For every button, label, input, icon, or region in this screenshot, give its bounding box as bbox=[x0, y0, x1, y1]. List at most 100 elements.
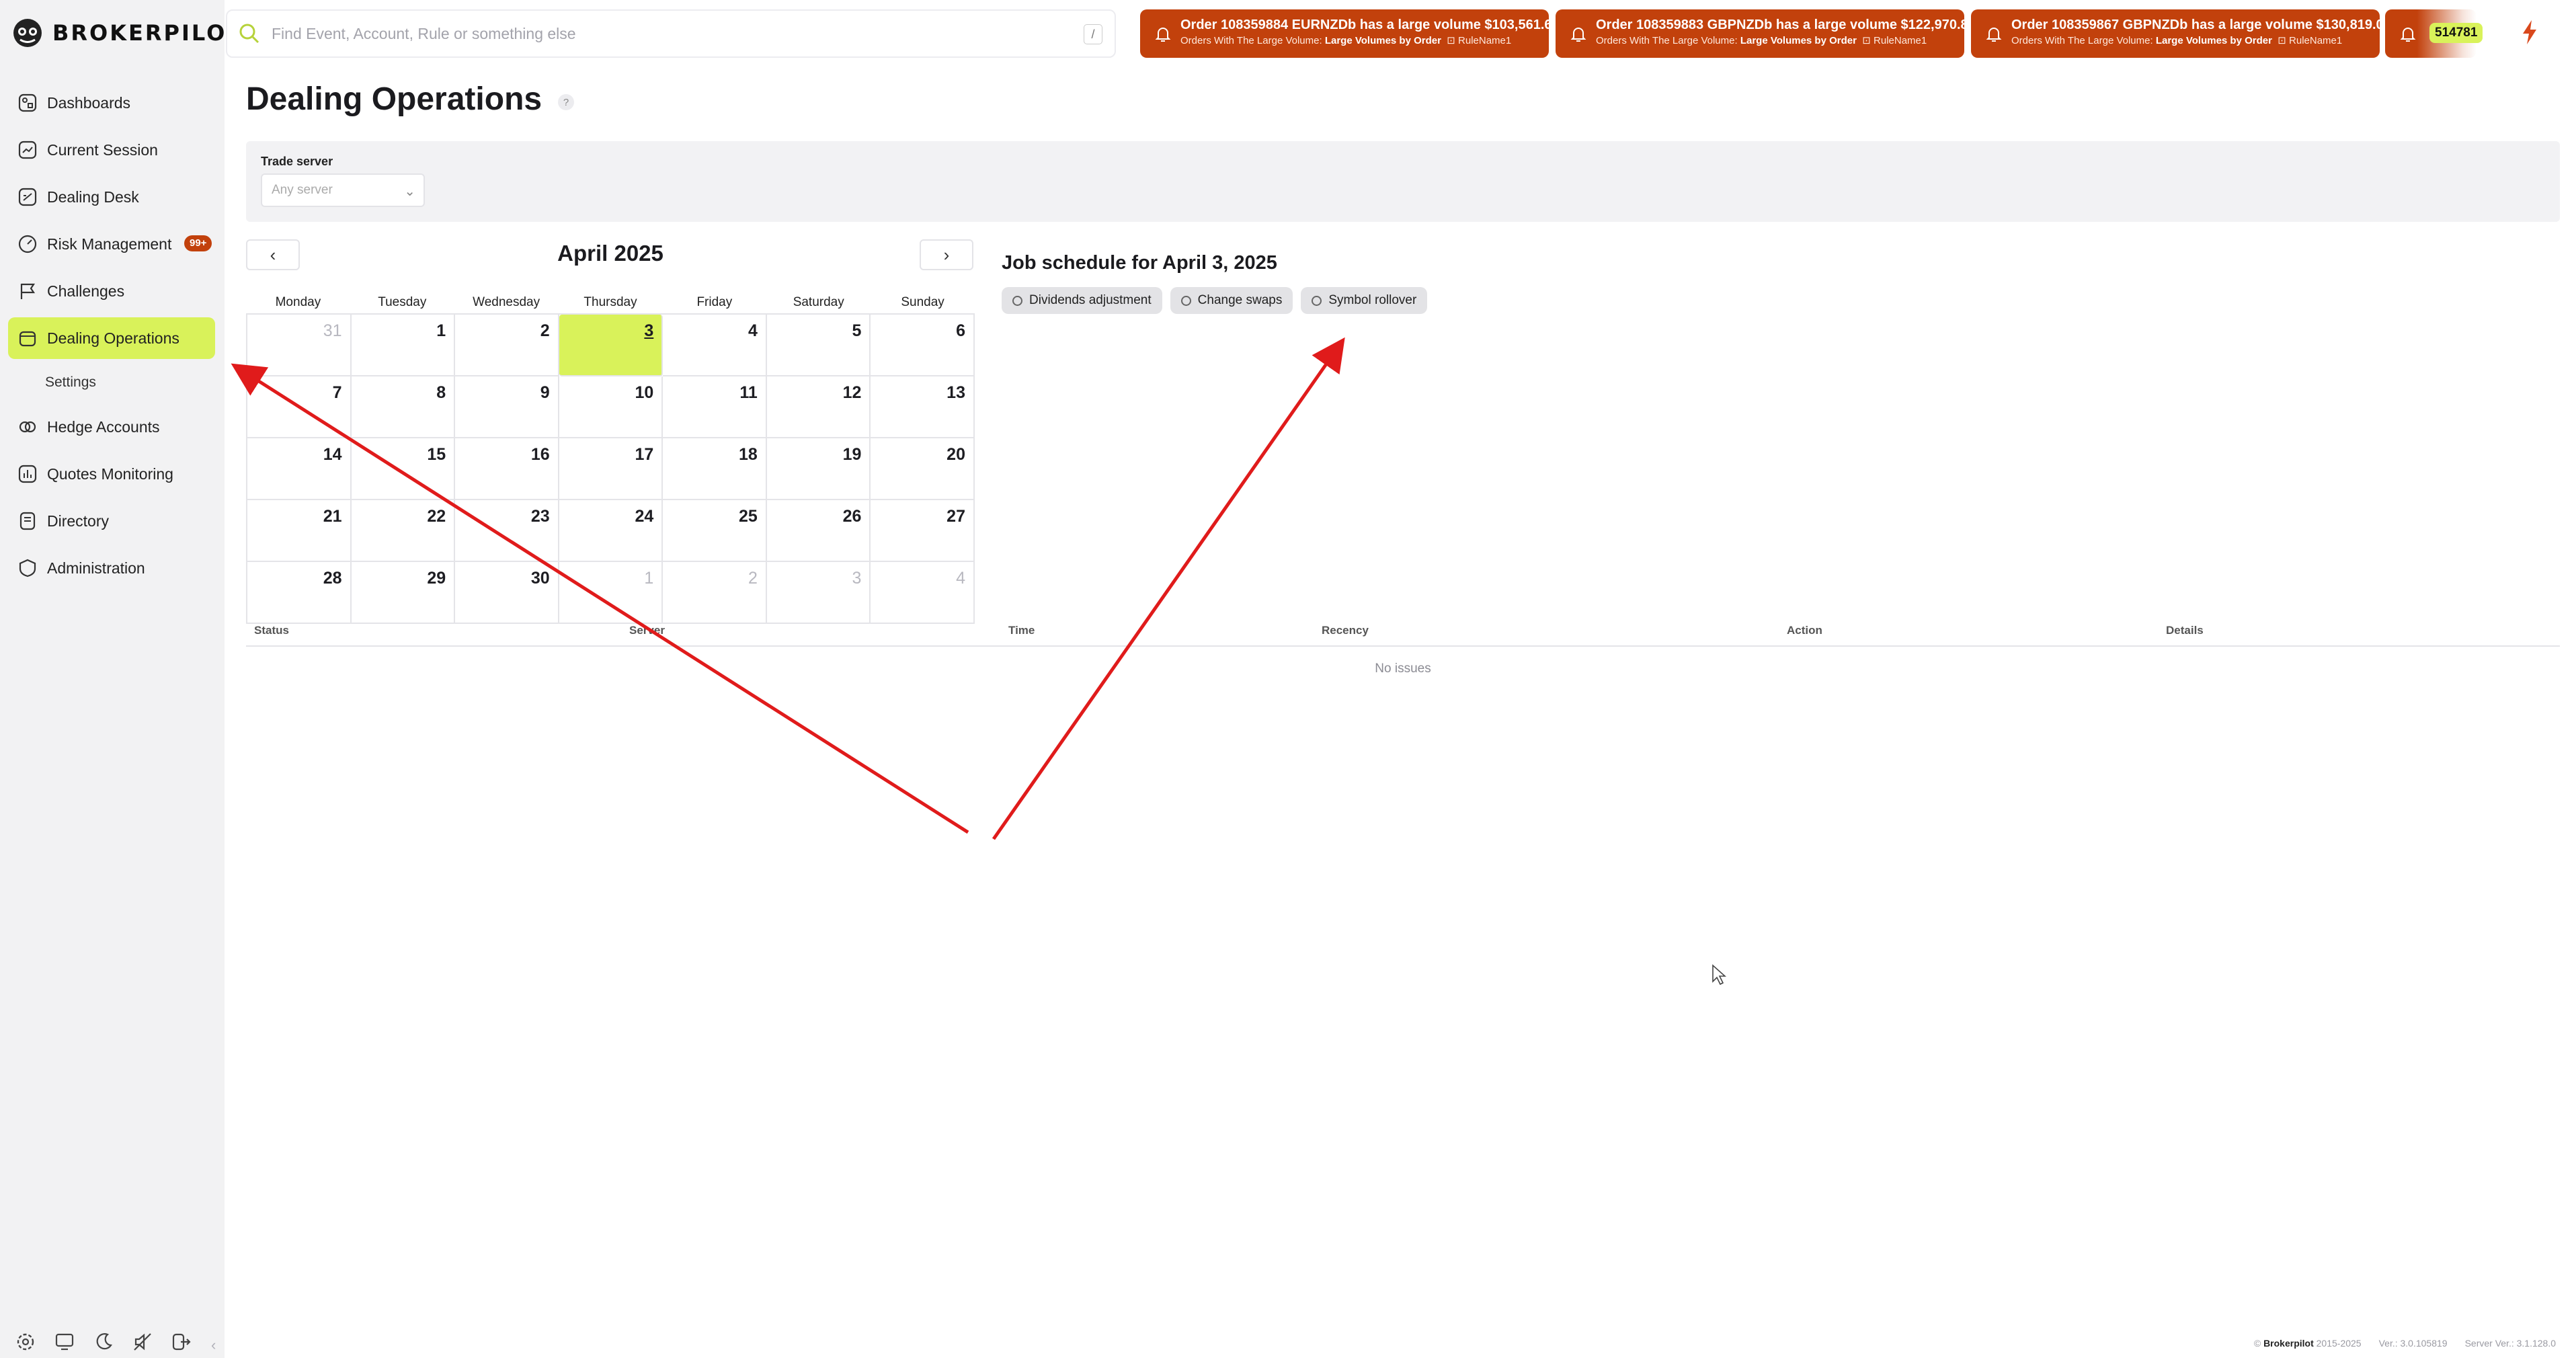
calendar-day[interactable]: 27 bbox=[871, 500, 975, 562]
global-search[interactable]: / bbox=[226, 9, 1116, 58]
next-month-button[interactable]: › bbox=[920, 239, 973, 270]
status-circle-icon bbox=[1180, 295, 1191, 306]
sidebar-item-administration[interactable]: Administration bbox=[8, 547, 215, 589]
calendar-day-selected[interactable]: 3 bbox=[559, 315, 663, 376]
help-icon[interactable]: ? bbox=[558, 94, 574, 110]
calendar-day[interactable]: 23 bbox=[455, 500, 559, 562]
column-header-details[interactable]: Details bbox=[2166, 624, 2204, 637]
calendar-day[interactable]: 24 bbox=[559, 500, 663, 562]
status-circle-icon bbox=[1012, 295, 1022, 306]
calendar-day[interactable]: 22 bbox=[351, 500, 456, 562]
calendar-day[interactable]: 2 bbox=[663, 562, 767, 624]
main-nav: Dashboards Current Session Dealing Desk … bbox=[8, 82, 215, 594]
dashboard-icon bbox=[18, 93, 37, 112]
calendar-day[interactable]: 1 bbox=[559, 562, 663, 624]
sound-off-icon[interactable] bbox=[132, 1331, 153, 1353]
column-header-recency[interactable]: Recency bbox=[1322, 624, 1369, 637]
calendar-day[interactable]: 13 bbox=[871, 376, 975, 438]
calendar-day[interactable]: 10 bbox=[559, 376, 663, 438]
sidebar-item-current-session[interactable]: Current Session bbox=[8, 129, 215, 171]
notification-counter[interactable]: 514781 bbox=[2385, 9, 2483, 58]
lightning-icon[interactable] bbox=[2520, 19, 2540, 46]
column-header-time[interactable]: Time bbox=[1008, 624, 1035, 637]
logout-icon[interactable] bbox=[171, 1331, 192, 1353]
gear-icon[interactable] bbox=[15, 1331, 36, 1353]
calendar-day[interactable]: 1 bbox=[351, 315, 456, 376]
bell-icon bbox=[1570, 28, 1586, 42]
weekday-header: Monday Tuesday Wednesday Thursday Friday… bbox=[246, 292, 975, 313]
search-icon bbox=[239, 24, 259, 44]
calendar-day[interactable]: 4 bbox=[663, 315, 767, 376]
calendar-day[interactable]: 15 bbox=[351, 438, 456, 500]
calendar-day[interactable]: 9 bbox=[455, 376, 559, 438]
sidebar-item-risk-management[interactable]: Risk Management 99+ bbox=[8, 223, 215, 265]
calendar-day[interactable]: 31 bbox=[247, 315, 352, 376]
calendar-day[interactable]: 28 bbox=[247, 562, 352, 624]
calendar-day[interactable]: 11 bbox=[663, 376, 767, 438]
calendar-day[interactable]: 2 bbox=[455, 315, 559, 376]
sidebar-item-dashboards[interactable]: Dashboards bbox=[8, 82, 215, 124]
calendar-day[interactable]: 3 bbox=[766, 562, 871, 624]
hedge-icon bbox=[19, 421, 36, 433]
sidebar-item-label: Hedge Accounts bbox=[47, 417, 160, 436]
sidebar-subitem-settings[interactable]: Settings bbox=[8, 364, 215, 401]
sidebar-item-label: Dealing Operations bbox=[47, 329, 179, 347]
notification-count-badge: 514781 bbox=[2429, 23, 2483, 43]
calendar-grid: Monday Tuesday Wednesday Thursday Friday… bbox=[246, 292, 975, 624]
column-header-server[interactable]: Server bbox=[629, 624, 665, 637]
notification-title: Order 108359867 GBPNZDb has a large volu… bbox=[2011, 17, 2380, 32]
job-chip-dividends[interactable]: Dividends adjustment bbox=[1002, 287, 1162, 314]
collapse-sidebar-icon[interactable]: ‹ bbox=[211, 1336, 216, 1354]
sidebar-item-quotes-monitoring[interactable]: Quotes Monitoring bbox=[8, 453, 215, 495]
calendar-day[interactable]: 21 bbox=[247, 500, 352, 562]
job-chip-swaps[interactable]: Change swaps bbox=[1170, 287, 1293, 314]
bar-chart-icon bbox=[18, 465, 37, 483]
notification-toast[interactable]: Order 108359883 GBPNZDb has a large volu… bbox=[1556, 9, 1964, 58]
sidebar-item-hedge-accounts[interactable]: Hedge Accounts bbox=[8, 406, 215, 448]
search-shortcut: / bbox=[1084, 24, 1102, 44]
calendar-day[interactable]: 4 bbox=[871, 562, 975, 624]
calendar-day[interactable]: 7 bbox=[247, 376, 352, 438]
job-chip-rollover[interactable]: Symbol rollover bbox=[1301, 287, 1428, 314]
notification-toast[interactable]: Order 108359884 EURNZDb has a large volu… bbox=[1140, 9, 1549, 58]
issues-table: Status Server Time Recency Action Detail… bbox=[246, 618, 2560, 676]
calendar-day[interactable]: 5 bbox=[766, 315, 871, 376]
sidebar-item-label: Settings bbox=[45, 374, 96, 390]
calendar-day[interactable]: 12 bbox=[766, 376, 871, 438]
column-header-status[interactable]: Status bbox=[254, 624, 289, 637]
trade-server-label: Trade server bbox=[261, 155, 333, 168]
server-version: Server Ver.: 3.1.128.0 bbox=[2464, 1338, 2556, 1349]
trade-server-select[interactable]: Any server ⌄ bbox=[261, 173, 425, 207]
app-version: Ver.: 3.0.105819 bbox=[2378, 1338, 2448, 1349]
filter-bar: Trade server Any server ⌄ bbox=[246, 141, 2560, 222]
calendar-day[interactable]: 30 bbox=[455, 562, 559, 624]
calendar-day[interactable]: 16 bbox=[455, 438, 559, 500]
calendar-day[interactable]: 25 bbox=[663, 500, 767, 562]
calendar-day[interactable]: 29 bbox=[351, 562, 456, 624]
calendar-day[interactable]: 20 bbox=[871, 438, 975, 500]
brand-logo[interactable]: BROKERPILOT bbox=[12, 17, 243, 48]
shield-icon bbox=[19, 559, 36, 577]
weekday-label: Sunday bbox=[901, 295, 944, 309]
calendar-day[interactable]: 17 bbox=[559, 438, 663, 500]
page-title: Dealing Operations bbox=[246, 81, 542, 117]
search-input[interactable] bbox=[270, 24, 1066, 44]
book-icon bbox=[19, 512, 36, 530]
monitor-icon[interactable] bbox=[54, 1331, 75, 1353]
calendar-day[interactable]: 6 bbox=[871, 315, 975, 376]
sidebar-footer bbox=[15, 1331, 192, 1353]
sidebar-item-challenges[interactable]: Challenges bbox=[8, 270, 215, 312]
app-footer: © Brokerpilot 2015-2025 Ver.: 3.0.105819… bbox=[2254, 1338, 2556, 1349]
sidebar-item-directory[interactable]: Directory bbox=[8, 500, 215, 542]
column-header-action[interactable]: Action bbox=[1787, 624, 1822, 637]
sidebar-item-dealing-desk[interactable]: Dealing Desk bbox=[8, 176, 215, 218]
status-circle-icon bbox=[1312, 295, 1322, 306]
calendar-day[interactable]: 14 bbox=[247, 438, 352, 500]
calendar-day[interactable]: 8 bbox=[351, 376, 456, 438]
calendar-day[interactable]: 26 bbox=[766, 500, 871, 562]
moon-icon[interactable] bbox=[93, 1331, 114, 1353]
calendar-day[interactable]: 18 bbox=[663, 438, 767, 500]
sidebar-item-dealing-operations[interactable]: Dealing Operations bbox=[8, 317, 215, 359]
calendar-day[interactable]: 19 bbox=[766, 438, 871, 500]
notification-toast[interactable]: Order 108359867 GBPNZDb has a large volu… bbox=[1971, 9, 2380, 58]
